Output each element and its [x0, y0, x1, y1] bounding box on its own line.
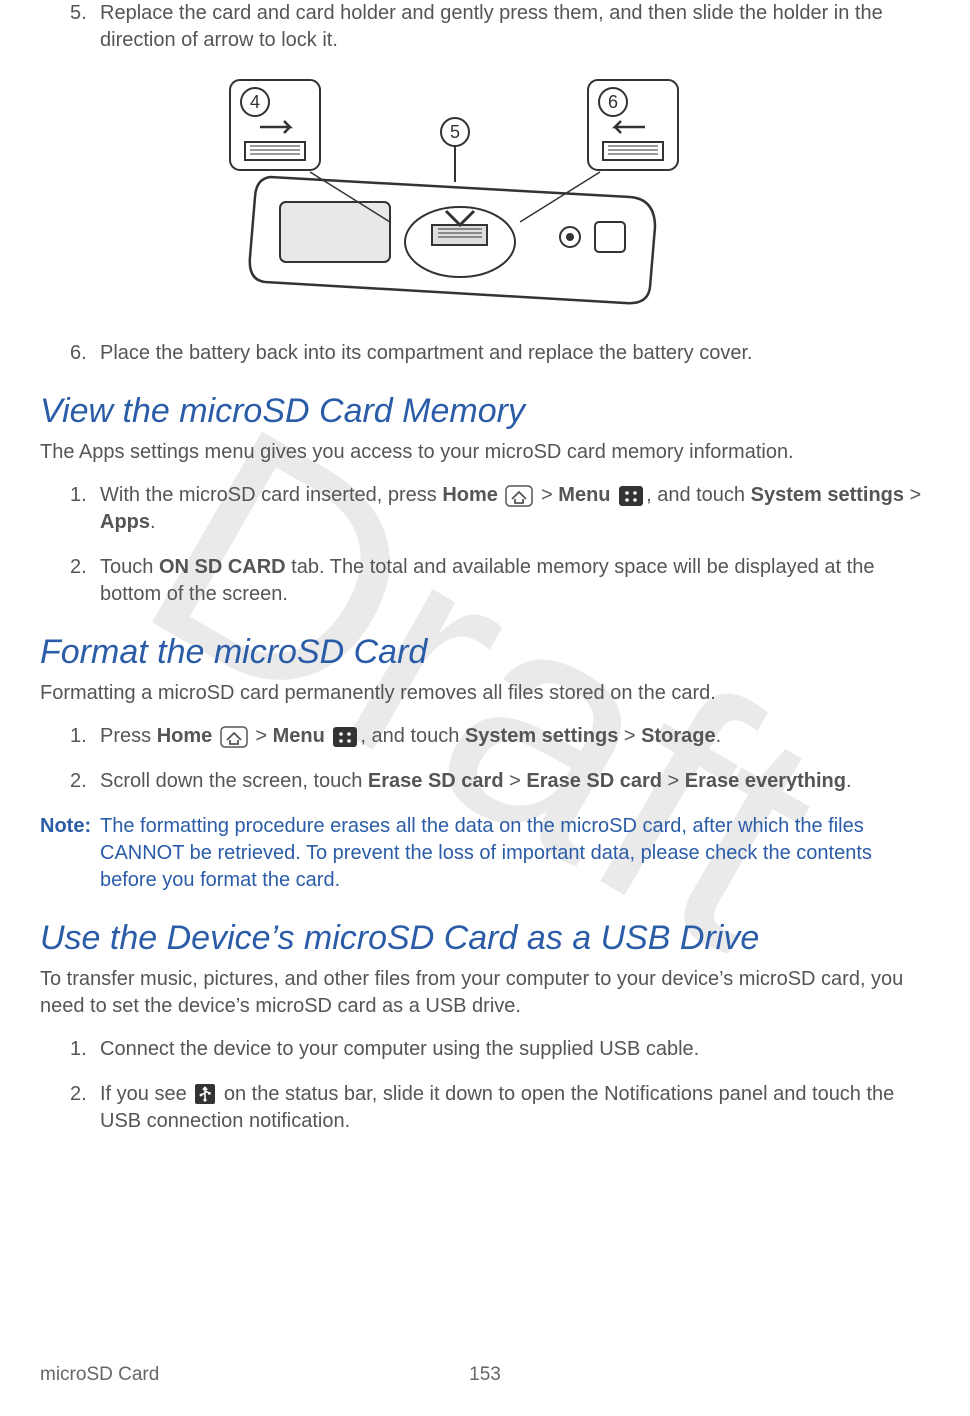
intro-steps: 5. Replace the card and card holder and …	[40, 0, 930, 54]
text-part: Scroll down the screen, touch	[100, 770, 368, 792]
footer-section: microSD Card	[40, 1362, 159, 1388]
page-footer: microSD Card 153	[40, 1362, 930, 1388]
text-part: >	[662, 770, 685, 792]
text-part: >	[618, 725, 641, 747]
text-part: >	[504, 770, 527, 792]
label-home: Home	[157, 725, 213, 747]
text-part: With the microSD card inserted, press	[100, 484, 442, 506]
text-part: >	[904, 484, 921, 506]
step-number: 2.	[70, 554, 87, 581]
text-part: .	[846, 770, 852, 792]
step-number: 2.	[70, 768, 87, 795]
label-erase-sd-2: Erase SD card	[526, 770, 662, 792]
text-part: If you see	[100, 1083, 192, 1105]
text-part: on the status bar, slide it down to open…	[100, 1083, 894, 1132]
heading-format: Format the microSD Card	[40, 630, 930, 676]
home-icon	[220, 726, 248, 748]
home-icon	[505, 485, 533, 507]
format-steps: 1. Press Home > Menu , and touch System …	[40, 723, 930, 795]
note-format: Note: The formatting procedure erases al…	[40, 813, 930, 894]
diagram-card-holder: 4 6 5	[190, 72, 930, 320]
text-part: >	[255, 725, 272, 747]
view-step-1: 1. With the microSD card inserted, press…	[40, 482, 930, 536]
callout-6: 6	[608, 92, 618, 112]
usb-icon	[194, 1083, 216, 1105]
heading-view-memory: View the microSD Card Memory	[40, 389, 930, 435]
note-label: Note:	[40, 813, 100, 894]
label-apps: Apps	[100, 511, 150, 533]
step-number: 1.	[70, 482, 87, 509]
label-menu: Menu	[558, 484, 610, 506]
label-system-settings: System settings	[465, 725, 618, 747]
lead-view-memory: The Apps settings menu gives you access …	[40, 439, 930, 466]
note-text: The formatting procedure erases all the …	[100, 813, 930, 894]
usb-steps: 1. Connect the device to your computer u…	[40, 1036, 930, 1135]
label-system-settings: System settings	[751, 484, 904, 506]
view-memory-steps: 1. With the microSD card inserted, press…	[40, 482, 930, 608]
format-step-1: 1. Press Home > Menu , and touch System …	[40, 723, 930, 750]
label-erase-everything: Erase everything	[685, 770, 846, 792]
step-text: Connect the device to your computer usin…	[100, 1038, 699, 1060]
footer-page-number: 153	[469, 1362, 501, 1388]
usb-step-1: 1. Connect the device to your computer u…	[40, 1036, 930, 1063]
callout-5: 5	[450, 122, 460, 142]
label-on-sd-card: ON SD CARD	[159, 556, 286, 578]
heading-usb: Use the Device’s microSD Card as a USB D…	[40, 916, 930, 962]
text-part: .	[150, 511, 156, 533]
lead-format: Formatting a microSD card permanently re…	[40, 680, 930, 707]
menu-icon	[618, 485, 644, 507]
step-number: 6.	[70, 340, 87, 367]
format-step-2: 2. Scroll down the screen, touch Erase S…	[40, 768, 930, 795]
step-6: 6. Place the battery back into its compa…	[40, 340, 930, 367]
step-text: Place the battery back into its compartm…	[100, 342, 753, 364]
step-number: 1.	[70, 1036, 87, 1063]
step-number: 2.	[70, 1081, 87, 1108]
callout-4: 4	[250, 92, 260, 112]
step-5: 5. Replace the card and card holder and …	[40, 0, 930, 54]
menu-icon	[332, 726, 358, 748]
text-part: , and touch	[360, 725, 465, 747]
usb-step-2: 2. If you see on the status bar, slide i…	[40, 1081, 930, 1135]
step-text: Replace the card and card holder and gen…	[100, 2, 883, 51]
lead-usb: To transfer music, pictures, and other f…	[40, 966, 930, 1020]
text-part: , and touch	[646, 484, 751, 506]
text-part: >	[541, 484, 558, 506]
text-part: .	[716, 725, 722, 747]
label-home: Home	[442, 484, 498, 506]
step-number: 1.	[70, 723, 87, 750]
view-step-2: 2. Touch ON SD CARD tab. The total and a…	[40, 554, 930, 608]
label-erase-sd-1: Erase SD card	[368, 770, 504, 792]
label-menu: Menu	[273, 725, 325, 747]
label-storage: Storage	[641, 725, 715, 747]
step-number: 5.	[70, 0, 87, 27]
text-part: Touch	[100, 556, 159, 578]
text-part: Press	[100, 725, 157, 747]
intro-steps-cont: 6. Place the battery back into its compa…	[40, 340, 930, 367]
